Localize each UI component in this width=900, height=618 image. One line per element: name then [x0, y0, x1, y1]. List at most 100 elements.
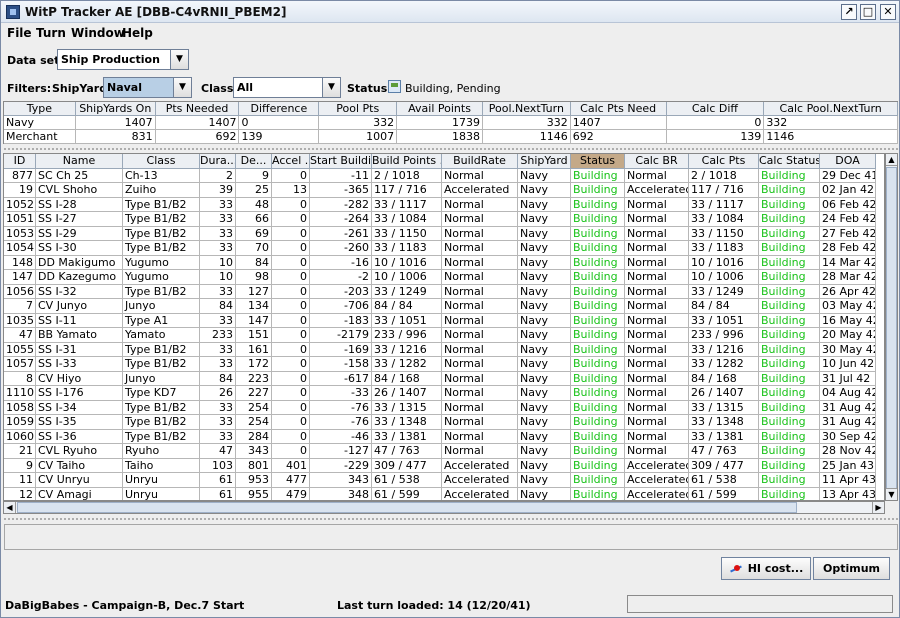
table-cell: 30 Sep 42 [820, 429, 876, 444]
table-row[interactable]: 8 CV Hiyo Junyo 84 223 0 -617 84 / 168 Normal Nav… [4, 371, 884, 386]
table-row[interactable]: 1055 SS I-31 Type B1/B2 33 161 0 -169 33 / 1216… [4, 342, 884, 357]
dataset-select[interactable]: Ship Production ▼ [57, 49, 189, 70]
table-cell: SS I-31 [36, 342, 123, 357]
table-cell: 233 / 996 [372, 328, 442, 343]
table-cell: Building [759, 212, 820, 227]
summary-col-header[interactable]: Calc Diff [666, 102, 765, 116]
ship-col-header[interactable]: ID [4, 154, 36, 169]
table-cell: Building [759, 487, 820, 500]
ship-col-header[interactable]: Name [36, 154, 123, 169]
table-row[interactable]: 148 DD Makigumo Yugumo 10 84 0 -16 10 / 1016 Nor… [4, 255, 884, 270]
table-row[interactable]: 1057 SS I-33 Type B1/B2 33 172 0 -158 33 / 1282… [4, 357, 884, 372]
table-cell: 151 [236, 328, 272, 343]
summary-col-header[interactable]: Pts Needed [155, 102, 240, 116]
summary-row[interactable]: Navy 1407 1407 0 332 1739 332 1407 0 332 [4, 116, 898, 130]
table-cell: Type B1/B2 [123, 197, 200, 212]
table-row[interactable]: 1056 SS I-32 Type B1/B2 33 127 0 -203 33 / 1249… [4, 284, 884, 299]
ship-col-header[interactable]: Status [571, 154, 625, 169]
table-row[interactable]: 1053 SS I-29 Type B1/B2 33 69 0 -261 33 / 1150 N… [4, 226, 884, 241]
menu-help[interactable]: Help [122, 26, 153, 40]
table-row[interactable]: 1051 SS I-27 Type B1/B2 33 66 0 -264 33 / 1084 N… [4, 212, 884, 227]
table-row[interactable]: 1059 SS I-35 Type B1/B2 33 254 0 -76 33 / 1348 N… [4, 415, 884, 430]
summary-col-header[interactable]: Pool Pts [319, 102, 398, 116]
table-cell: 10 / 1006 [689, 270, 759, 285]
table-row[interactable]: 21 CVL Ryuho Ryuho 47 343 0 -127 47 / 763 Normal… [4, 444, 884, 459]
table-cell: SS I-30 [36, 241, 123, 256]
close-icon[interactable]: ✕ [880, 4, 896, 20]
ship-col-header[interactable]: ShipYard [518, 154, 571, 169]
table-row[interactable]: 47 BB Yamato Yamato 233 151 0 -2179 233 / 996 No… [4, 328, 884, 343]
table-row[interactable]: 147 DD Kazegumo Yugumo 10 98 0 -2 10 / 1006 Norm… [4, 270, 884, 285]
ship-col-header[interactable]: Build Points ... [372, 154, 442, 169]
summary-cell: 1407 [570, 116, 667, 130]
table-cell: 148 [4, 255, 36, 270]
summary-col-header[interactable]: Pool.NextTurn [482, 102, 571, 116]
table-cell: 1053 [4, 226, 36, 241]
maximize-icon[interactable]: □ [860, 4, 876, 20]
ship-col-header[interactable]: Class [123, 154, 200, 169]
scroll-down-icon[interactable]: ▼ [886, 488, 897, 500]
table-cell: Normal [442, 255, 518, 270]
table-row[interactable]: 12 CV Amagi Unryu 61 955 479 348 61 / 599 Accele… [4, 487, 884, 500]
scroll-left-icon[interactable]: ◀ [4, 502, 16, 513]
progress-box [627, 595, 893, 613]
ship-col-header[interactable]: Start Buildi... [310, 154, 372, 169]
table-row[interactable]: 9 CV Taiho Taiho 103 801 401 -229 309 / 477 Acce… [4, 458, 884, 473]
shipyard-select[interactable]: Naval ▼ [103, 77, 192, 98]
table-cell: Normal [442, 415, 518, 430]
ship-col-header[interactable]: Accel ... [272, 154, 310, 169]
status-filter-icon[interactable] [388, 80, 401, 93]
summary-col-header[interactable]: ShipYards On [75, 102, 156, 116]
table-cell: 1110 [4, 386, 36, 401]
vertical-scroll-thumb[interactable] [886, 167, 897, 497]
table-cell: Type B1/B2 [123, 429, 200, 444]
table-row[interactable]: 11 CV Unryu Unryu 61 953 477 343 61 / 538 Accele… [4, 473, 884, 488]
table-cell: Accelerated [442, 473, 518, 488]
summary-row[interactable]: Merchant 831 692 139 1007 1838 1146 692 139 1146 [4, 130, 898, 144]
scroll-up-icon[interactable]: ▲ [886, 154, 897, 166]
menu-file[interactable]: File [7, 26, 32, 40]
summary-col-header[interactable]: Avail Points [397, 102, 483, 116]
summary-cell: 1146 [482, 130, 571, 144]
horizontal-scroll-thumb[interactable] [17, 502, 797, 513]
table-row[interactable]: 1052 SS I-28 Type B1/B2 33 48 0 -282 33 / 1117 N… [4, 197, 884, 212]
splitter-handle-bottom[interactable] [3, 517, 898, 522]
optimum-button[interactable]: Optimum [813, 557, 890, 580]
ship-col-header[interactable]: Calc Status [759, 154, 820, 169]
table-row[interactable]: 1054 SS I-30 Type B1/B2 33 70 0 -260 33 / 1183 N… [4, 241, 884, 256]
table-row[interactable]: 7 CV Junyo Junyo 84 134 0 -706 84 / 84 Normal Nav… [4, 299, 884, 314]
hi-cost-button[interactable]: HI cost... [721, 557, 811, 580]
table-row[interactable]: 877 SC Ch 25 Ch-13 2 9 0 -11 2 / 1018 Normal Navy… [4, 168, 884, 183]
status-filter-value[interactable]: Building, Pending [405, 82, 501, 95]
horizontal-scrollbar[interactable]: ◀ ▶ [3, 501, 885, 514]
summary-cell: 0 [239, 116, 320, 130]
table-cell: Accelerated [442, 487, 518, 500]
table-cell: 84 [236, 255, 272, 270]
ship-col-header[interactable]: Dura... [200, 154, 236, 169]
table-row[interactable]: 1058 SS I-34 Type B1/B2 33 254 0 -76 33 / 1315 N… [4, 400, 884, 415]
table-cell: 33 [200, 400, 236, 415]
table-row[interactable]: 19 CVL Shoho Zuiho 39 25 13 -365 117 / 716 Accel… [4, 183, 884, 198]
table-row[interactable]: 1035 SS I-11 Type A1 33 147 0 -183 33 / 1051 Nor… [4, 313, 884, 328]
vertical-scrollbar[interactable]: ▲ ▼ [885, 153, 898, 501]
class-select[interactable]: All ▼ [233, 77, 341, 98]
table-row[interactable]: 1110 SS I-176 Type KD7 26 227 0 -33 26 / 1407 No… [4, 386, 884, 401]
ship-col-header[interactable]: BuildRate [442, 154, 518, 169]
ship-col-header[interactable]: Calc Pts [689, 154, 759, 169]
scroll-right-icon[interactable]: ▶ [872, 502, 884, 513]
splitter-handle[interactable] [3, 147, 898, 152]
summary-col-header[interactable]: Difference [239, 102, 320, 116]
ship-col-header[interactable]: De... [236, 154, 272, 169]
summary-col-header[interactable]: Calc Pts Need [570, 102, 667, 116]
table-cell: 31 Jul 42 [820, 371, 876, 386]
table-cell: Accelerated [442, 183, 518, 198]
summary-col-header[interactable]: Type [4, 102, 76, 116]
table-cell: 11 [4, 473, 36, 488]
menu-turn[interactable]: Turn [36, 26, 66, 40]
summary-col-header[interactable]: Calc Pool.NextTurn [764, 102, 899, 116]
menu-window[interactable]: Window [71, 26, 125, 40]
ship-col-header[interactable]: DOA [820, 154, 876, 169]
minimize-icon[interactable]: ↗ [841, 4, 857, 20]
ship-col-header[interactable]: Calc BR [625, 154, 689, 169]
table-row[interactable]: 1060 SS I-36 Type B1/B2 33 284 0 -46 33 / 1381 N… [4, 429, 884, 444]
